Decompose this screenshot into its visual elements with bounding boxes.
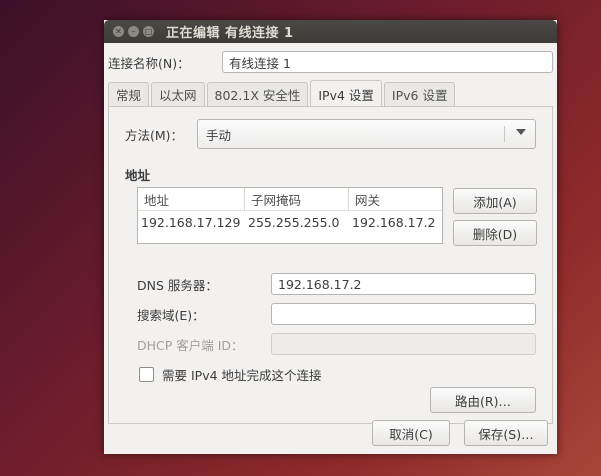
maximize-icon[interactable]: □	[143, 26, 154, 37]
dhcp-client-id-input[interactable]	[271, 333, 536, 355]
tab-8021x-security[interactable]: 802.1X 安全性	[206, 82, 309, 106]
dns-row: DNS 服务器： 192.168.17.2	[137, 273, 536, 295]
cancel-button[interactable]: 取消(C)	[372, 420, 450, 446]
cell-address[interactable]: 192.168.17.129	[138, 215, 245, 230]
title-bar: ✕ – □ 正在编辑 有线连接 1	[104, 20, 557, 43]
minimize-icon[interactable]: –	[128, 26, 139, 37]
search-domain-row: 搜索域(E)：	[137, 303, 536, 325]
method-label: 方法(M)：	[125, 127, 184, 143]
delete-address-button[interactable]: 删除(D)	[453, 220, 537, 246]
connection-name-label: 连接名称(N)：	[108, 55, 190, 71]
column-header-netmask[interactable]: 子网掩码	[245, 188, 349, 210]
search-domain-label: 搜索域(E)：	[137, 307, 205, 323]
add-address-button[interactable]: 添加(A)	[453, 188, 537, 214]
table-header: 地址 子网掩码 网关	[138, 188, 442, 211]
method-row: 方法(M)： 手动	[125, 119, 536, 149]
window-title: 正在编辑 有线连接 1	[166, 26, 294, 41]
require-ipv4-label[interactable]: 需要 IPv4 地址完成这个连接	[162, 365, 322, 384]
edit-connection-dialog: ✕ – □ 正在编辑 有线连接 1 连接名称(N)： 有线连接 1 常规 以太网…	[104, 20, 557, 454]
save-button[interactable]: 保存(S)…	[464, 420, 548, 446]
tab-ipv4-settings[interactable]: IPv4 设置	[310, 80, 382, 107]
dhcp-client-id-row: DHCP 客户端 ID：	[137, 333, 536, 355]
connection-name-row: 连接名称(N)： 有线连接 1	[108, 50, 553, 74]
chevron-down-icon	[516, 129, 526, 135]
search-domain-input[interactable]	[271, 303, 536, 325]
tab-ipv6-settings[interactable]: IPv6 设置	[383, 82, 456, 106]
addresses-table[interactable]: 地址 子网掩码 网关 192.168.17.129 255.255.255.0 …	[137, 187, 443, 244]
column-header-address[interactable]: 地址	[138, 188, 245, 210]
connection-name-input[interactable]: 有线连接 1	[222, 51, 553, 73]
cell-gateway[interactable]: 192.168.17.2	[349, 215, 442, 230]
require-ipv4-checkbox[interactable]	[139, 367, 154, 382]
dns-label: DNS 服务器：	[137, 277, 218, 293]
tab-ethernet[interactable]: 以太网	[151, 82, 205, 106]
dhcp-client-id-label: DHCP 客户端 ID：	[137, 337, 244, 353]
require-ipv4-row[interactable]: 需要 IPv4 地址完成这个连接	[139, 365, 322, 384]
table-row[interactable]: 192.168.17.129 255.255.255.0 192.168.17.…	[138, 211, 442, 233]
tab-bar: 常规 以太网 802.1X 安全性 IPv4 设置 IPv6 设置	[108, 80, 457, 107]
routes-button[interactable]: 路由(R)…	[430, 387, 536, 413]
tab-general[interactable]: 常规	[108, 82, 150, 106]
ipv4-settings-panel: 方法(M)： 手动 地址 地址 子网掩码 网关 192.168.17.129 2…	[108, 106, 553, 424]
method-value: 手动	[206, 127, 232, 143]
method-select[interactable]: 手动	[197, 119, 536, 149]
cell-netmask[interactable]: 255.255.255.0	[245, 215, 349, 230]
combo-separator	[504, 126, 505, 142]
dns-input[interactable]: 192.168.17.2	[271, 273, 536, 295]
addresses-section-title: 地址	[125, 168, 151, 183]
column-header-gateway[interactable]: 网关	[349, 188, 442, 210]
close-icon[interactable]: ✕	[113, 26, 124, 37]
